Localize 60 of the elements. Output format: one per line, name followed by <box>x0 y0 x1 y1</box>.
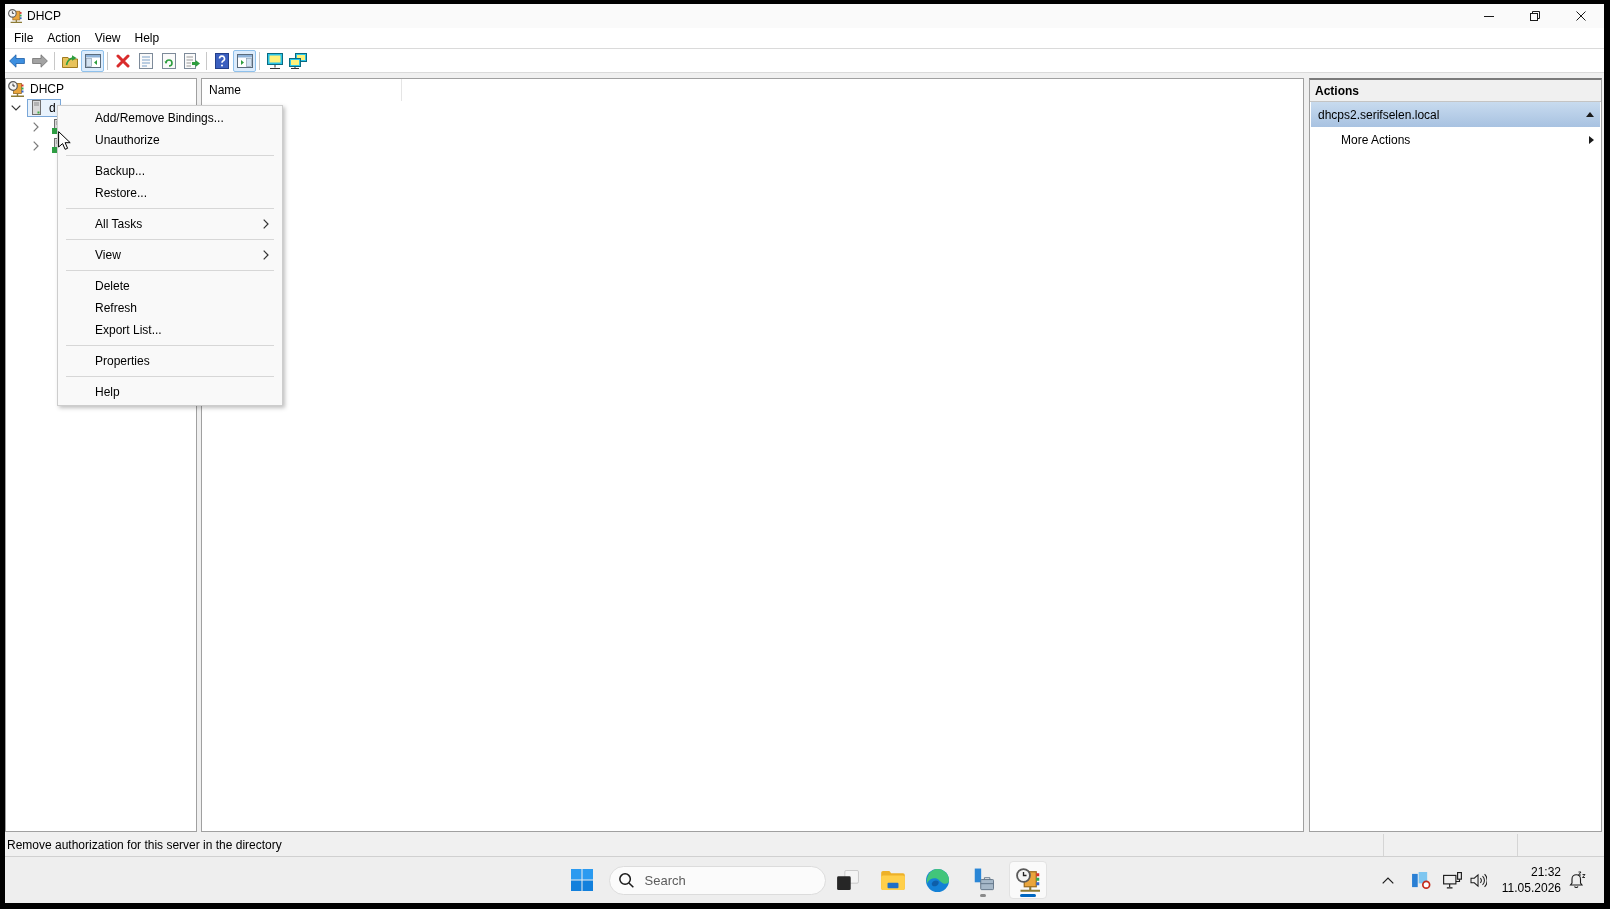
search-icon <box>618 872 634 888</box>
left-arrow-icon <box>8 53 25 68</box>
chevron-up-icon[interactable] <box>1381 876 1394 884</box>
menu-bar-item[interactable]: View <box>87 28 128 48</box>
menu-item[interactable]: Help <box>58 381 282 403</box>
window-title: DHCP <box>27 8 61 25</box>
chevron-down-icon[interactable] <box>11 104 21 111</box>
menu-item[interactable]: Backup... <box>58 160 282 182</box>
folder-icon <box>880 870 905 890</box>
document-arrow-icon <box>183 52 200 69</box>
restore-icon <box>1530 11 1540 21</box>
menu-item[interactable]: View <box>58 244 282 266</box>
clock-date: 11.05.2026 <box>1501 880 1561 896</box>
help-icon <box>214 52 229 69</box>
search-field[interactable]: Search <box>608 865 826 895</box>
panel-icon <box>236 53 253 68</box>
panel-icon <box>84 53 101 68</box>
clock-time: 21:32 <box>1530 864 1561 880</box>
overlapping-squares-icon <box>836 870 859 890</box>
menu-item[interactable]: Properties <box>58 350 282 372</box>
clock-book-icon <box>8 9 22 23</box>
server-icon <box>32 100 41 115</box>
monitor-icon <box>266 52 283 69</box>
tree-toggle-button[interactable] <box>81 49 104 72</box>
chevron-right-icon[interactable] <box>33 121 39 132</box>
action-link[interactable]: More Actions <box>1310 129 1601 151</box>
close-icon <box>1576 11 1586 21</box>
menu-bar-item[interactable]: File <box>7 28 41 48</box>
menu-item[interactable]: All Tasks <box>58 213 282 235</box>
menu-bar-item[interactable]: Action <box>40 28 88 48</box>
action-pane-toggle-button[interactable] <box>233 49 256 72</box>
refresh-icon <box>161 52 176 69</box>
tree-item[interactable]: DHCP <box>6 79 69 98</box>
tree-item[interactable]: d <box>27 98 61 117</box>
menu-bar-item[interactable]: Help <box>127 28 167 48</box>
two-monitors-icon <box>288 52 307 69</box>
column-header[interactable]: Name <box>202 79 402 101</box>
swirl-logo-icon <box>926 868 949 892</box>
section-header[interactable]: dhcps2.serifselen.local <box>1311 102 1600 127</box>
menu-item[interactable]: Refresh <box>58 297 282 319</box>
pane-title: Actions <box>1315 82 1359 100</box>
triangle-up-icon[interactable] <box>1586 112 1594 117</box>
bell-icon[interactable] <box>1568 871 1586 889</box>
monitor-cable-icon[interactable] <box>1442 871 1462 889</box>
folder-arrow-icon <box>61 53 78 68</box>
cross-icon <box>115 53 130 68</box>
menu-item[interactable]: Restore... <box>58 182 282 204</box>
minimize-icon <box>1484 15 1494 17</box>
status-text: Remove authorization for this server in the directory <box>7 837 282 854</box>
clock-book-icon <box>1015 868 1040 892</box>
taskbar-app-button[interactable] <box>1008 861 1047 899</box>
menu-item[interactable]: Export List... <box>58 319 282 341</box>
chevron-right-icon[interactable] <box>33 140 39 151</box>
four-squares-icon <box>570 869 593 891</box>
menu-item[interactable]: Delete <box>58 275 282 297</box>
speaker-icon[interactable] <box>1469 872 1487 888</box>
document-icon <box>138 52 153 69</box>
right-arrow-icon <box>31 53 48 68</box>
menu-item[interactable]: Add/Remove Bindings... <box>58 107 282 129</box>
server-status-icon[interactable] <box>1411 871 1431 889</box>
